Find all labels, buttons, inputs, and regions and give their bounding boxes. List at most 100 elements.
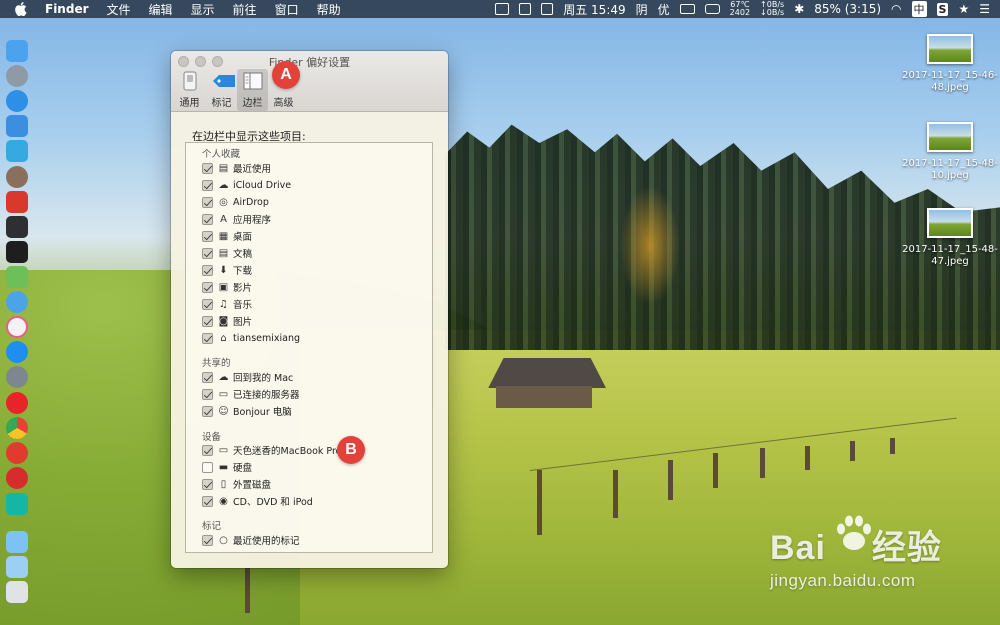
list-item[interactable]: ○ 最近使用的标记 bbox=[202, 532, 300, 548]
spotlight-star-icon[interactable]: ★ bbox=[958, 2, 969, 16]
checkbox[interactable] bbox=[202, 405, 213, 417]
checkbox[interactable] bbox=[202, 461, 213, 473]
checkbox[interactable] bbox=[202, 388, 213, 400]
checkbox[interactable] bbox=[202, 332, 213, 344]
laptop-icon: ▭ bbox=[218, 444, 229, 456]
teamviewer-dock-icon[interactable] bbox=[6, 140, 28, 162]
system-preferences-dock-icon[interactable] bbox=[6, 366, 28, 388]
network-readout[interactable]: ↑0B/s ↓0B/s bbox=[760, 1, 784, 17]
checkbox[interactable] bbox=[202, 196, 213, 208]
menu-edit[interactable]: 编辑 bbox=[149, 1, 173, 18]
safari-dock-icon[interactable] bbox=[6, 90, 28, 112]
tab-sidebar[interactable]: 边栏 bbox=[237, 69, 268, 111]
input-method-icon[interactable]: 中 bbox=[911, 1, 927, 17]
list-item-label: tiansemixiang bbox=[233, 332, 301, 344]
trash-dock-icon[interactable] bbox=[6, 581, 28, 603]
list-item[interactable]: ▭ 天色迷香的MacBook Pro bbox=[202, 442, 341, 458]
list-item[interactable]: ⌂ tiansemixiang bbox=[202, 330, 300, 346]
terminal-dock-icon[interactable] bbox=[6, 241, 28, 263]
grid-status-icon[interactable] bbox=[519, 3, 532, 15]
menu-app-name[interactable]: Finder bbox=[45, 2, 89, 16]
list-item[interactable]: ♫ 音乐 bbox=[202, 296, 252, 312]
s-app-icon[interactable]: S bbox=[936, 2, 949, 16]
activity-monitor-dock-icon[interactable] bbox=[6, 216, 28, 238]
list-item-label: 桌面 bbox=[233, 232, 253, 243]
checkbox[interactable] bbox=[202, 371, 213, 383]
list-item[interactable]: ☁ 回到我的 Mac bbox=[202, 369, 293, 385]
folder-dock-icon[interactable] bbox=[6, 531, 28, 553]
notification-center-icon[interactable]: ☰ bbox=[979, 2, 990, 16]
air-quality-text[interactable]: 优 bbox=[658, 1, 670, 18]
app-store-dock-icon[interactable] bbox=[6, 341, 28, 363]
group-title-shared: 共享的 bbox=[202, 358, 231, 369]
tag-circle-icon: ○ bbox=[219, 534, 228, 546]
maps-dock-icon[interactable] bbox=[6, 266, 28, 288]
checkbox[interactable] bbox=[202, 213, 213, 225]
yandex-dock-icon[interactable] bbox=[6, 392, 28, 414]
drive-status-icon[interactable] bbox=[704, 4, 720, 14]
vivaldi-dock-icon[interactable] bbox=[6, 467, 28, 489]
tab-general[interactable]: 通用 bbox=[174, 69, 205, 111]
checkbox[interactable] bbox=[202, 230, 213, 242]
list-item[interactable]: ▯ 外置磁盘 bbox=[202, 476, 271, 492]
temperature-readout[interactable]: 67℃ 2402 bbox=[730, 1, 750, 17]
list-item[interactable]: ▣ 影片 bbox=[202, 279, 252, 295]
desktop-file[interactable]: 2017-11-17_15-48-47.jpeg bbox=[900, 208, 1000, 268]
list-item[interactable]: ◎ AirDrop bbox=[202, 194, 269, 210]
bonjour-icon: ☺ bbox=[218, 405, 229, 417]
siri-dock-icon[interactable] bbox=[6, 291, 28, 313]
desktop-file[interactable]: 2017-11-17_15-46-48.jpeg bbox=[900, 34, 1000, 94]
battery-text[interactable]: 85% (3:15) bbox=[814, 2, 881, 16]
checkbox[interactable] bbox=[202, 179, 213, 191]
checkbox[interactable] bbox=[202, 495, 213, 507]
chrome-dock-icon[interactable] bbox=[6, 417, 28, 439]
dock-app-icon[interactable] bbox=[6, 166, 28, 188]
finder-dock-icon[interactable] bbox=[6, 40, 28, 62]
wallpaper-autumn-tree bbox=[620, 185, 680, 305]
list-item[interactable]: ⬇ 下载 bbox=[202, 262, 252, 278]
netease-music-dock-icon[interactable] bbox=[6, 442, 28, 464]
checkbox[interactable] bbox=[202, 281, 213, 293]
menu-go[interactable]: 前往 bbox=[233, 1, 257, 18]
checkbox[interactable] bbox=[202, 247, 213, 259]
list-item[interactable]: ▬ 硬盘 bbox=[202, 459, 252, 475]
bluetooth-icon[interactable]: ✱ bbox=[794, 2, 804, 16]
list-item[interactable]: ▤ 文稿 bbox=[202, 245, 252, 261]
wallpaper-fence-post bbox=[850, 441, 855, 461]
list-item[interactable]: ☁ iCloud Drive bbox=[202, 177, 291, 193]
switch-icon bbox=[179, 71, 201, 91]
apple-menu-icon[interactable] bbox=[14, 2, 28, 17]
monitor-status-icon[interactable] bbox=[679, 4, 695, 14]
dock-app-icon[interactable] bbox=[6, 493, 28, 515]
dock-app-icon[interactable] bbox=[6, 191, 28, 213]
menu-window[interactable]: 窗口 bbox=[275, 1, 299, 18]
list-item[interactable]: A 应用程序 bbox=[202, 211, 271, 227]
preview-dock-icon[interactable] bbox=[6, 115, 28, 137]
list-item[interactable]: ☺ Bonjour 电脑 bbox=[202, 403, 292, 419]
checkbox[interactable] bbox=[202, 315, 213, 327]
list-item[interactable]: ◙ 图片 bbox=[202, 313, 252, 329]
weather-text[interactable]: 阴 bbox=[636, 1, 648, 18]
checkbox[interactable] bbox=[202, 264, 213, 276]
tab-tags[interactable]: 标记 bbox=[206, 69, 237, 111]
checkbox[interactable] bbox=[202, 534, 213, 546]
checkbox[interactable] bbox=[202, 162, 213, 174]
folder-status-icon[interactable] bbox=[495, 3, 510, 15]
screenshot-status-icon[interactable] bbox=[541, 3, 554, 15]
list-item[interactable]: ▤ 最近使用 bbox=[202, 160, 271, 176]
list-item[interactable]: ◉ CD、DVD 和 iPod bbox=[202, 493, 313, 509]
itunes-dock-icon[interactable] bbox=[6, 316, 28, 338]
desktop-file[interactable]: 2017-11-17_15-48-10.jpeg bbox=[900, 122, 1000, 182]
list-item[interactable]: ▦ 桌面 bbox=[202, 228, 252, 244]
downloads-dock-icon[interactable] bbox=[6, 556, 28, 578]
launchpad-dock-icon[interactable] bbox=[6, 65, 28, 87]
wifi-icon[interactable]: ◠ bbox=[891, 2, 901, 16]
checkbox[interactable] bbox=[202, 478, 213, 490]
menu-view[interactable]: 显示 bbox=[191, 1, 215, 18]
list-item[interactable]: ▭ 已连接的服务器 bbox=[202, 386, 300, 402]
clock-text[interactable]: 周五 15:49 bbox=[563, 1, 625, 18]
menu-file[interactable]: 文件 bbox=[107, 1, 131, 18]
checkbox[interactable] bbox=[202, 444, 213, 456]
checkbox[interactable] bbox=[202, 298, 213, 310]
menu-help[interactable]: 帮助 bbox=[317, 1, 341, 18]
